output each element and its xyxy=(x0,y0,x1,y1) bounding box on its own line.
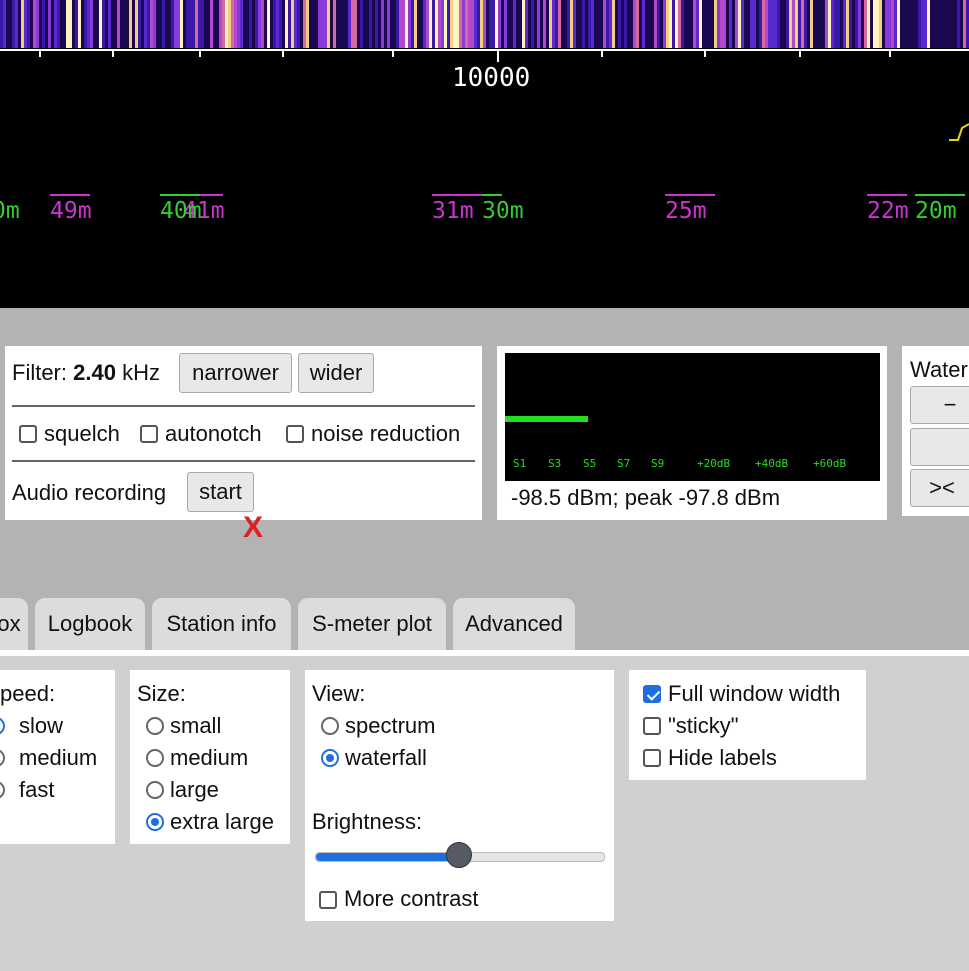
size-label: Size: xyxy=(137,681,186,706)
speed-fast-radio[interactable] xyxy=(0,781,5,799)
waterfall-display[interactable] xyxy=(0,0,969,50)
speed-slow-radio[interactable] xyxy=(0,717,5,735)
speed-fast-label: fast xyxy=(19,777,55,802)
smeter-level-bar xyxy=(505,416,588,422)
band-label[interactable]: 31m xyxy=(432,194,487,224)
more-contrast-label: More contrast xyxy=(344,886,479,911)
smeter-tick-label: S7 xyxy=(617,457,631,470)
full-window-width-label: Full window width xyxy=(668,681,841,706)
tab-smeter-plot[interactable]: S-meter plot xyxy=(298,598,446,650)
speed-slow-label: slow xyxy=(19,713,64,738)
waterfall-b-button[interactable]: b xyxy=(910,428,969,466)
smeter-display: S1 S3 S5 S7 S9 +20dB +40dB +60dB xyxy=(505,353,880,481)
view-panel: View: spectrum waterfall Brightness: Mor… xyxy=(305,670,614,921)
smeter-tick-label: +40dB xyxy=(755,457,789,470)
hide-labels-checkbox[interactable] xyxy=(643,749,661,767)
waterfall-panel: Water − b >< xyxy=(902,346,969,516)
noise-reduction-checkbox[interactable] xyxy=(286,425,304,443)
band-label[interactable]: 0m xyxy=(0,198,20,224)
frequency-label: 10000 xyxy=(452,63,531,93)
divider xyxy=(12,405,475,407)
waterfall-image xyxy=(0,0,969,50)
display-options-panel: Full window width "sticky" Hide labels xyxy=(629,670,866,780)
speed-medium-radio[interactable] xyxy=(0,749,5,767)
frequency-scale[interactable]: 10000 0m 49m 41m 40m 31m 30m 25m 22m 20m xyxy=(0,48,969,308)
autonotch-checkbox[interactable] xyxy=(140,425,158,443)
size-small-radio[interactable] xyxy=(146,717,164,735)
wider-button[interactable]: wider xyxy=(298,353,374,393)
tab-advanced[interactable]: Advanced xyxy=(453,598,575,650)
smeter-tick-label: S3 xyxy=(548,457,562,470)
narrower-button[interactable]: narrower xyxy=(179,353,292,393)
band-label[interactable]: 30m xyxy=(482,194,524,224)
squelch-label: squelch xyxy=(44,421,120,446)
squelch-checkbox[interactable] xyxy=(19,425,37,443)
smeter-readout: -98.5 dBm; peak -97.8 dBm xyxy=(511,485,781,510)
waterfall-swap-button[interactable]: >< xyxy=(910,469,969,507)
smeter-tick-label: S9 xyxy=(651,457,665,470)
size-extra-large-radio[interactable] xyxy=(146,813,164,831)
tab-logbook[interactable]: Logbook xyxy=(35,598,145,650)
more-contrast-checkbox[interactable] xyxy=(319,891,337,909)
view-spectrum-label: spectrum xyxy=(345,713,436,738)
smeter-tick-label: +60dB xyxy=(813,457,847,470)
speed-medium-label: medium xyxy=(19,745,98,770)
sticky-checkbox[interactable] xyxy=(643,717,661,735)
full-window-width-checkbox[interactable] xyxy=(643,685,661,703)
filter-text: Filter: 2.40 kHz xyxy=(12,360,160,385)
size-large-radio[interactable] xyxy=(146,781,164,799)
size-panel: Size: small medium large extra large xyxy=(130,670,290,844)
autonotch-label: autonotch xyxy=(165,421,262,446)
band-label[interactable]: 22m xyxy=(867,194,909,224)
waterfall-panel-title: Water xyxy=(910,357,968,382)
speed-panel: peed: slow medium fast xyxy=(0,670,115,844)
size-extra-large-label: extra large xyxy=(170,809,274,834)
band-label[interactable]: 40m xyxy=(160,194,202,224)
tab-station-info[interactable]: Station info xyxy=(152,598,291,650)
smeter-tick-label: S5 xyxy=(583,457,597,470)
audio-panel: Filter: 2.40 kHz narrower wider squelch … xyxy=(5,346,482,520)
close-x-icon[interactable]: X xyxy=(243,513,263,543)
smeter-scale: S1 S3 S5 S7 S9 +20dB +40dB +60dB xyxy=(505,457,880,473)
view-waterfall-label: waterfall xyxy=(345,745,427,770)
brightness-slider-fill xyxy=(316,853,460,861)
view-waterfall-radio[interactable] xyxy=(321,749,339,767)
brightness-label: Brightness: xyxy=(312,809,423,834)
size-large-label: large xyxy=(170,777,219,802)
band-label[interactable]: 49m xyxy=(50,194,92,224)
audio-recording-label: Audio recording xyxy=(12,480,167,505)
hide-labels-label: Hide labels xyxy=(668,745,777,770)
size-small-label: small xyxy=(170,713,222,738)
sticky-label: "sticky" xyxy=(668,713,739,738)
smeter-tick-label: +20dB xyxy=(697,457,731,470)
waterfall-minus-button[interactable]: − xyxy=(910,386,969,424)
start-recording-button[interactable]: start xyxy=(187,472,254,512)
passband-marker-icon xyxy=(949,123,969,141)
band-label[interactable]: 25m xyxy=(665,194,715,224)
divider xyxy=(12,460,475,462)
smeter-panel: S1 S3 S5 S7 S9 +20dB +40dB +60dB -98.5 d… xyxy=(497,346,887,520)
size-medium-radio[interactable] xyxy=(146,749,164,767)
view-label: View: xyxy=(312,681,366,706)
tab-ox[interactable]: ox xyxy=(0,598,28,650)
brightness-slider-thumb[interactable] xyxy=(446,842,472,868)
smeter-tick-label: S1 xyxy=(513,457,527,470)
speed-label: peed: xyxy=(0,681,56,706)
band-label[interactable]: 20m xyxy=(915,194,965,224)
view-spectrum-radio[interactable] xyxy=(321,717,339,735)
size-medium-label: medium xyxy=(170,745,249,770)
noise-reduction-label: noise reduction xyxy=(311,421,461,446)
